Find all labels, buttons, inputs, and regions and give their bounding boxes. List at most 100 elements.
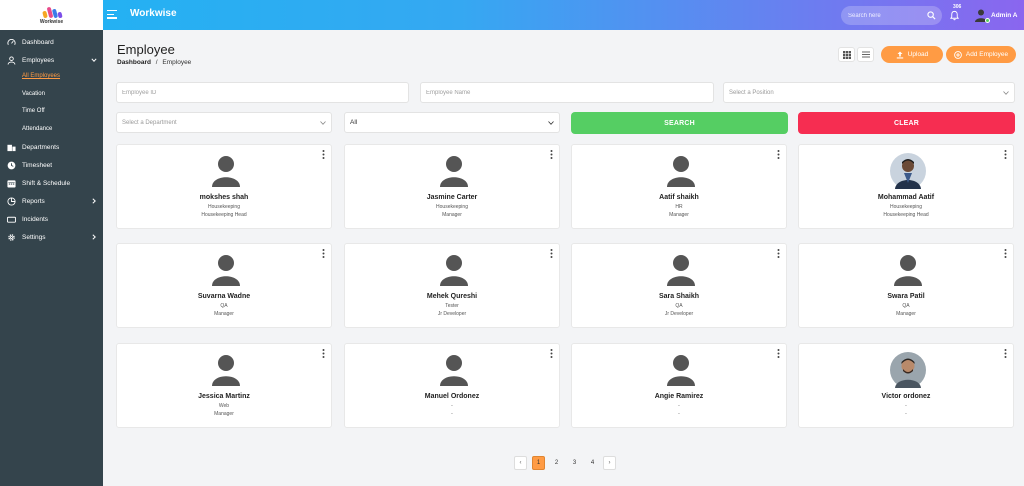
add-employee-label: Add Employee [965, 51, 1009, 58]
employee-name[interactable]: Aatif shaikh [572, 194, 786, 201]
grid-view-button[interactable] [838, 47, 855, 62]
employee-name[interactable]: Manuel Ordonez [345, 393, 559, 400]
more-options-icon[interactable] [1004, 150, 1007, 159]
employee-id-input[interactable] [122, 89, 408, 96]
sidebar-item-dashboard[interactable]: Dashboard [0, 34, 103, 50]
default-avatar-icon[interactable] [663, 153, 699, 189]
employee-designation: Manager [214, 411, 234, 417]
default-avatar-icon[interactable] [436, 352, 472, 388]
employee-card: Jasmine Carter Housekeeping Manager [344, 144, 560, 229]
sidebar-subitem-attendance[interactable]: Attendance [22, 126, 52, 132]
user-icon [7, 55, 16, 65]
default-avatar-icon[interactable] [663, 252, 699, 288]
default-avatar-icon[interactable] [890, 252, 926, 288]
default-avatar-icon[interactable] [436, 153, 472, 189]
employee-name[interactable]: Jasmine Carter [345, 194, 559, 201]
default-avatar-icon[interactable] [208, 252, 244, 288]
more-options-icon[interactable] [777, 349, 780, 358]
more-options-icon[interactable] [1004, 349, 1007, 358]
employee-id-field [116, 82, 409, 103]
sidebar-item-employees[interactable]: Employees [0, 52, 103, 68]
employee-name[interactable]: Sara Shaikh [572, 293, 786, 300]
sidebar-item-departments[interactable]: Departments [0, 139, 103, 155]
default-avatar-icon[interactable] [663, 352, 699, 388]
employee-card: Suvarna Wadne QA Manager [116, 243, 332, 328]
employee-card: Swara Patil QA Manager [798, 243, 1014, 328]
user-menu[interactable]: Admin A [991, 12, 1017, 19]
pagination-page-1[interactable]: 1 [532, 456, 545, 470]
logo-text: Workwise [39, 18, 64, 25]
employee-name[interactable]: Victor ordonez [799, 393, 1013, 400]
pagination-page-4[interactable]: 4 [586, 456, 599, 470]
employee-name[interactable]: Angie Ramirez [572, 393, 786, 400]
employee-name[interactable]: Swara Patil [799, 293, 1013, 300]
employee-name[interactable]: Jessica Martinz [117, 393, 331, 400]
employee-department: QA [675, 303, 683, 309]
top-bar: Workwise Workwise 306 Admin A [0, 0, 1024, 30]
department-select[interactable]: Select a Department [116, 112, 332, 133]
add-employee-button[interactable]: Add Employee [946, 46, 1016, 63]
search-icon[interactable] [927, 11, 936, 20]
status-select[interactable]: All [344, 112, 560, 133]
employee-designation: Manager [442, 212, 462, 218]
sidebar-item-label: Departments [22, 143, 60, 151]
pagination-page-3[interactable]: 3 [568, 456, 581, 470]
employee-card: Manuel Ordonez - - [344, 343, 560, 428]
page-title: Employee [117, 42, 175, 57]
more-options-icon[interactable] [550, 349, 553, 358]
more-options-icon[interactable] [777, 249, 780, 258]
bell-icon[interactable] [949, 10, 960, 21]
pagination-next-button[interactable]: › [603, 456, 616, 470]
employee-designation: Housekeeping Head [883, 212, 929, 218]
employee-department: Web [218, 403, 230, 409]
employee-designation: - [678, 411, 680, 417]
more-options-icon[interactable] [322, 150, 325, 159]
default-avatar-icon[interactable] [208, 153, 244, 189]
more-options-icon[interactable] [777, 150, 780, 159]
employee-name-field [420, 82, 714, 103]
menu-toggle-icon[interactable] [107, 10, 117, 19]
upload-button[interactable]: Upload [881, 46, 943, 63]
pagination-prev-button[interactable]: ‹ [514, 456, 527, 470]
search-input[interactable] [848, 12, 924, 19]
status-select-value: All [350, 119, 358, 126]
default-avatar-icon[interactable] [436, 252, 472, 288]
employee-photo[interactable] [890, 352, 926, 388]
employee-photo[interactable] [890, 153, 926, 189]
logo[interactable]: Workwise [0, 0, 103, 30]
search-button[interactable]: SEARCH [571, 112, 788, 134]
more-options-icon[interactable] [1004, 249, 1007, 258]
sidebar-item-shift-schedule[interactable]: Shift & Schedule [0, 175, 103, 191]
sidebar-item-reports[interactable]: Reports [0, 193, 103, 209]
employee-name[interactable]: Mehek Qureshi [345, 293, 559, 300]
breadcrumb-dashboard[interactable]: Dashboard [117, 59, 151, 66]
chevron-down-icon [320, 121, 326, 125]
employee-name[interactable]: mokshes shah [117, 194, 331, 201]
employee-name[interactable]: Suvarna Wadne [117, 293, 331, 300]
employee-department: Housekeeping [890, 204, 922, 210]
position-select[interactable]: Select a Position [723, 82, 1015, 103]
more-options-icon[interactable] [322, 349, 325, 358]
list-view-button[interactable] [857, 47, 874, 62]
pagination-page-2[interactable]: 2 [550, 456, 563, 470]
employee-name[interactable]: Mohammad Aatif [799, 194, 1013, 201]
chevron-down-icon [91, 58, 97, 62]
more-options-icon[interactable] [322, 249, 325, 258]
sidebar-item-timesheet[interactable]: Timesheet [0, 157, 103, 173]
sidebar-subitem-time-off[interactable]: Time Off [22, 108, 45, 114]
sidebar-item-settings[interactable]: Settings [0, 229, 103, 245]
gear-icon [8, 233, 15, 241]
employee-department: Tester [445, 303, 459, 309]
employee-card: Mehek Qureshi Tester Jr Developer [344, 243, 560, 328]
more-options-icon[interactable] [550, 249, 553, 258]
default-avatar-icon[interactable] [208, 352, 244, 388]
sidebar-item-label: Reports [22, 197, 45, 205]
sidebar-subitem-all-employees[interactable]: All Employees [22, 73, 60, 79]
online-status-dot [985, 18, 990, 23]
sidebar-item-incidents[interactable]: Incidents [0, 211, 103, 227]
more-options-icon[interactable] [550, 150, 553, 159]
employee-name-input[interactable] [426, 89, 713, 96]
sidebar-subitem-vacation[interactable]: Vacation [22, 91, 45, 97]
clear-button[interactable]: CLEAR [798, 112, 1015, 134]
clock-icon [7, 161, 16, 169]
